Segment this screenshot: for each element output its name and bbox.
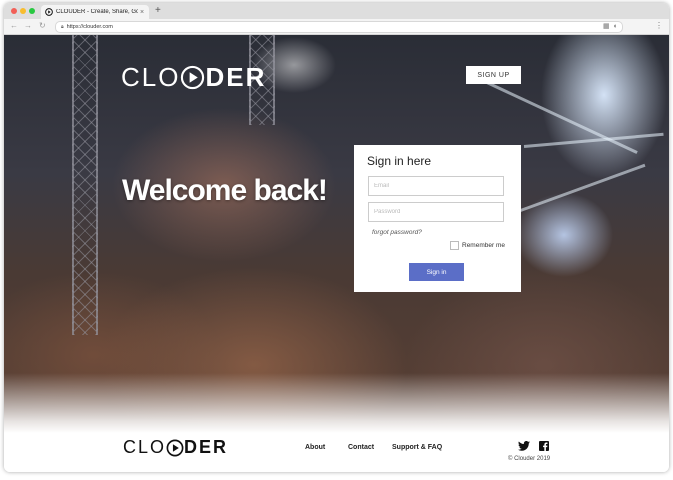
footer-link-support[interactable]: Support & FAQ xyxy=(392,444,442,451)
play-icon xyxy=(180,65,205,90)
new-tab-button[interactable]: + xyxy=(155,5,161,16)
email-field[interactable] xyxy=(368,176,504,196)
reload-icon[interactable]: ↻ xyxy=(39,21,46,30)
light-beam xyxy=(523,132,664,148)
logo-text-light: CLO xyxy=(121,62,181,92)
extension-icons[interactable]: ▦◐ xyxy=(603,22,622,30)
lock-icon: 🔒︎ xyxy=(61,24,64,30)
footer: CLO DER About Contact Support & FAQ © Cl… xyxy=(4,433,669,472)
tab-bar: CLOUDER - Create, Share, Go. × + xyxy=(4,3,669,19)
welcome-heading: Welcome back! xyxy=(122,174,328,207)
remember-me-checkbox[interactable]: Remember me xyxy=(450,241,505,250)
close-window-button[interactable] xyxy=(11,8,17,14)
url-text: https://clouder.com xyxy=(66,24,113,30)
password-field[interactable] xyxy=(368,202,504,222)
brand-logo[interactable]: CLO DER xyxy=(121,62,266,93)
minimize-window-button[interactable] xyxy=(20,8,26,14)
remember-me-label: Remember me xyxy=(462,242,505,249)
hero-section: CLO DER SIGN UP Welcome back! Sign in he… xyxy=(4,35,669,433)
footer-logo[interactable]: CLO DER xyxy=(123,437,228,458)
hero-fade xyxy=(4,373,669,433)
twitter-icon[interactable] xyxy=(518,438,530,456)
browser-toolbar: ← → ↻ 🔒︎ https://clouder.com ▦◐ ⋮ xyxy=(4,19,669,35)
logo-text-light: CLO xyxy=(123,437,167,457)
play-icon xyxy=(166,439,184,457)
signin-title: Sign in here xyxy=(367,154,432,168)
forward-icon[interactable]: → xyxy=(24,21,32,30)
tab-close-icon[interactable]: × xyxy=(138,9,146,16)
checkbox-box[interactable] xyxy=(450,241,459,250)
signin-button[interactable]: Sign in xyxy=(409,263,464,281)
address-bar[interactable]: 🔒︎ https://clouder.com xyxy=(55,21,623,33)
browser-menu-icon[interactable]: ⋮ xyxy=(655,21,663,30)
logo-text-heavy: DER xyxy=(205,62,267,92)
facebook-icon[interactable] xyxy=(539,438,549,456)
browser-tab[interactable]: CLOUDER - Create, Share, Go. × xyxy=(41,5,149,19)
footer-link-contact[interactable]: Contact xyxy=(348,444,374,451)
signup-button[interactable]: SIGN UP xyxy=(466,66,521,84)
light-beam xyxy=(503,163,646,218)
tab-title: CLOUDER - Create, Share, Go. xyxy=(56,9,138,15)
browser-window: CLOUDER - Create, Share, Go. × + ← → ↻ 🔒… xyxy=(4,3,669,472)
footer-link-about[interactable]: About xyxy=(305,444,325,451)
maximize-window-button[interactable] xyxy=(29,8,35,14)
stage-truss-left xyxy=(72,35,98,335)
copyright-text: © Clouder 2019 xyxy=(508,456,551,462)
play-icon xyxy=(45,8,53,16)
forgot-password-link[interactable]: forgot password? xyxy=(372,229,422,236)
logo-text-heavy: DER xyxy=(184,437,229,457)
back-icon[interactable]: ← xyxy=(10,21,18,30)
signin-card: Sign in here forgot password? Remember m… xyxy=(354,145,521,292)
